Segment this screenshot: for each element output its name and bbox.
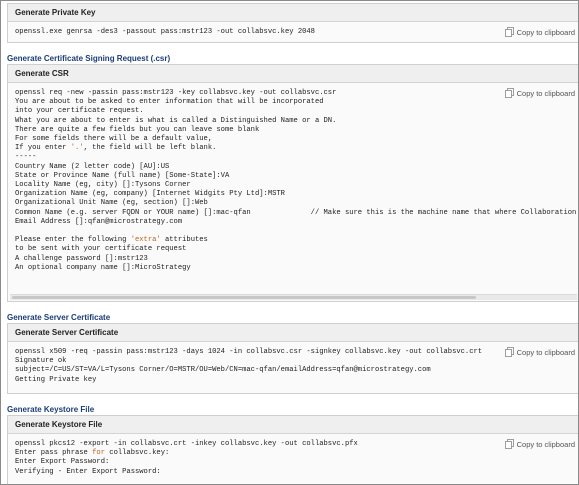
code-line: openssl req -new -passin pass:mstr123 -k…	[15, 89, 337, 97]
code-line-highlighted: Please enter the following 'extra' attri…	[15, 236, 208, 245]
copy-to-clipboard-button[interactable]: Copy to clipboard	[504, 439, 575, 449]
clipboard-icon	[504, 27, 514, 37]
copy-to-clipboard-button[interactable]: Copy to clipboard	[504, 27, 575, 37]
section-title-keystore: Generate Keystore File	[7, 405, 95, 414]
code-line: Getting Private key	[15, 375, 97, 384]
code-line: Locality Name (eg, city) []:Tysons Corne…	[15, 181, 191, 190]
code-block: openssl pkcs12 -export -in collabsvc.crt…	[15, 440, 358, 477]
code-line-highlighted: Enter pass phrase for collabsvc.key:	[15, 449, 170, 458]
code-line: An optional company name []:MicroStrateg…	[15, 263, 191, 272]
code-line: What you are about to enter is what is c…	[15, 116, 337, 125]
code-line: Organization Name (eg, company) [Interne…	[15, 190, 285, 199]
code-line: There are quite a few fields but you can…	[15, 125, 260, 134]
code-line: You are about to be asked to enter infor…	[15, 98, 324, 107]
code-line: openssl pkcs12 -export -in collabsvc.crt…	[15, 440, 358, 448]
code-line: Signature ok	[15, 357, 67, 366]
panel-title: Generate Private Key	[8, 4, 578, 22]
clipboard-icon	[504, 347, 514, 357]
panel-title: Generate Server Certificate	[8, 324, 578, 342]
documentation-frame: Generate Private Key openssl.exe genrsa …	[0, 0, 579, 485]
code-line: Common Name (e.g. server FQDN or YOUR na…	[15, 208, 577, 217]
code-line: State or Province Name (full name) [Some…	[15, 171, 230, 180]
panel-title: Generate Keystore File	[8, 416, 578, 434]
scrollbar-thumb[interactable]	[12, 296, 476, 299]
code-block: openssl x509 -req -passin pass:mstr123 -…	[15, 348, 482, 385]
code-line-highlighted: If you enter '.', the field will be left…	[15, 144, 217, 153]
section-title-csr: Generate Certificate Signing Request (.c…	[7, 54, 171, 63]
copy-label: Copy to clipboard	[516, 88, 575, 98]
clipboard-icon	[504, 439, 514, 449]
code-line: into your certificate request.	[15, 107, 144, 116]
code-line: Organizational Unit Name (eg, section) […	[15, 199, 208, 208]
copy-label: Copy to clipboard	[516, 27, 575, 37]
code-line: Email Address []:qfan@microstrategy.com	[15, 217, 183, 226]
copy-to-clipboard-button[interactable]: Copy to clipboard	[504, 88, 575, 98]
code-line: openssl x509 -req -passin pass:mstr123 -…	[15, 348, 483, 356]
panel-title: Generate CSR	[8, 65, 578, 83]
code-line: For some fields there will be a default …	[15, 135, 213, 144]
keystore-panel: Generate Keystore File openssl pkcs12 -e…	[7, 415, 578, 484]
code-line: openssl.exe genrsa -des3 -passout pass:m…	[15, 28, 315, 36]
copy-to-clipboard-button[interactable]: Copy to clipboard	[504, 347, 575, 357]
code-block: openssl req -new -passin pass:mstr123 -k…	[15, 89, 576, 273]
server-cert-panel: Generate Server Certificate openssl x509…	[7, 323, 578, 394]
code-line: Verifying - Enter Export Password:	[15, 467, 161, 476]
section-title-server-certificate: Generate Server Certificate	[7, 313, 111, 322]
horizontal-scrollbar[interactable]	[10, 294, 577, 300]
copy-label: Copy to clipboard	[516, 347, 575, 357]
csr-panel: Generate CSR openssl req -new -passin pa…	[7, 64, 578, 302]
code-line: A challenge password []:mstr123	[15, 254, 148, 263]
copy-label: Copy to clipboard	[516, 439, 575, 449]
code-line: to be sent with your certificate request	[15, 245, 187, 254]
code-line: subject=/C=US/ST=VA/L=Tysons Corner/O=MS…	[15, 366, 431, 375]
code-line: Country Name (2 letter code) [AU]:US	[15, 162, 170, 171]
code-line: -----	[15, 153, 37, 162]
clipboard-icon	[504, 88, 514, 98]
private-key-panel: Generate Private Key openssl.exe genrsa …	[7, 3, 578, 43]
code-line: Enter Export Password:	[15, 458, 110, 467]
code-block: openssl.exe genrsa -des3 -passout pass:m…	[15, 28, 315, 37]
